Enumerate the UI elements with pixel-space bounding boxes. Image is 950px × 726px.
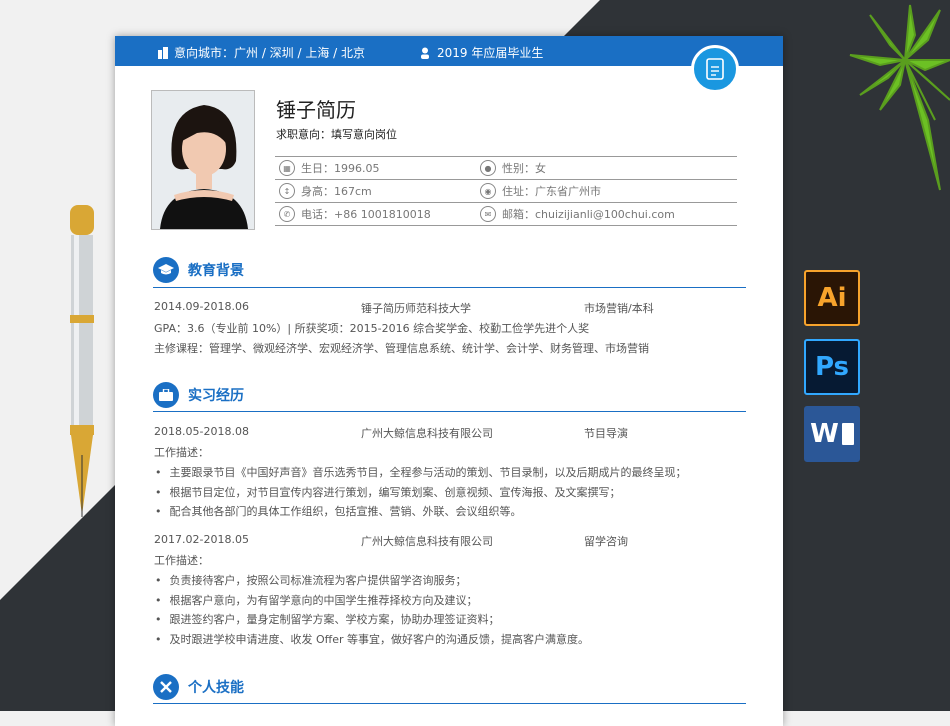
address-cell: ◉ 住址：广东省广州市	[480, 183, 601, 199]
grad-item: 2019 年应届毕业生	[420, 44, 543, 61]
plant-decoration	[849, 4, 950, 191]
phone-cell: ✆ 电话：+86 1001810018	[279, 206, 431, 222]
job1-bullet: 主要跟录节目《中国好声音》音乐选秀节目，全程参与活动的策划、节目录制，以及后期成…	[155, 464, 687, 480]
address-text: 住址：广东省广州市	[502, 185, 601, 198]
job1-bullet: 配合其他各部门的具体工作组织，包括宣推、营销、外联、会议组织等。	[155, 503, 522, 519]
internship-title: 实习经历	[188, 388, 244, 404]
email-text: 邮箱：chuizijianli@100chui.com	[502, 208, 675, 221]
phone-icon: ✆	[279, 206, 295, 222]
person-icon: ●	[480, 160, 496, 176]
height-cell: ↕ 身高：167cm	[279, 183, 372, 199]
phone-text: 电话：+86 1001810018	[301, 208, 431, 221]
grad-text: 2019 年应届毕业生	[437, 46, 544, 60]
job1-bullet: 根据节目定位，对节目宣传内容进行策划，编写策划案、创意视频、宣传海报、及文案撰写…	[155, 484, 621, 500]
birth-text: 生日：1996.05	[301, 162, 380, 175]
birth-cell: ▦ 生日：1996.05	[279, 160, 380, 176]
pen-decoration	[70, 205, 94, 517]
internship-heading: 实习经历	[153, 382, 244, 408]
photoshop-icon: Ps	[804, 339, 860, 395]
briefcase-icon	[153, 382, 179, 408]
job2-desc-label: 工作描述：	[154, 554, 209, 567]
word-icon-letter: W	[810, 419, 839, 449]
job2-bullet: 根据客户意向，为有留学意向的中国学生推荐择校方向及建议；	[155, 592, 478, 608]
job2-bullet: 跟进签约客户，量身定制留学方案、学校方案，协助办理签证资料；	[155, 611, 500, 627]
job1-company: 广州大鲸信息科技有限公司	[361, 427, 493, 440]
resume-badge-icon	[691, 45, 739, 93]
skills-title: 个人技能	[188, 680, 244, 696]
education-title: 教育背景	[188, 263, 244, 279]
height-text: 身高：167cm	[301, 185, 372, 198]
job1-desc-label: 工作描述：	[154, 446, 209, 459]
skills-heading: 个人技能	[153, 674, 244, 700]
cities-item: 意向城市：广州 / 深圳 / 上海 / 北京	[157, 44, 365, 61]
job1-role: 节目导演	[584, 427, 628, 440]
word-icon: W	[804, 406, 860, 462]
job2-bullet: 及时跟进学校申请进度、收发 Offer 等事宜，做好客户的沟通反馈，提高客户满意…	[155, 631, 590, 647]
info-row: ▦ 生日：1996.05 ● 性别：女	[275, 156, 737, 179]
header-bar: 意向城市：广州 / 深圳 / 上海 / 北京 2019 年应届毕业生	[115, 36, 783, 66]
edu-period: 2014.09-2018.06	[154, 300, 249, 313]
edu-school: 锤子简历师范科技大学	[361, 302, 471, 315]
edu-courses: 主修课程：管理学、微观经济学、宏观经济学、管理信息系统、统计学、会计学、财务管理…	[154, 342, 649, 355]
resume-name: 锤子简历	[276, 98, 356, 122]
edu-major: 市场营销/本科	[584, 302, 654, 315]
calendar-icon: ▦	[279, 160, 295, 176]
profile-photo	[151, 90, 255, 230]
tools-icon	[153, 674, 179, 700]
education-divider	[153, 287, 746, 288]
job2-role: 留学咨询	[584, 535, 628, 548]
internship-divider	[153, 411, 746, 412]
location-icon: ◉	[480, 183, 496, 199]
education-heading: 教育背景	[153, 257, 244, 283]
edu-gpa: GPA：3.6（专业前 10%）| 所获奖项：2015-2016 综合奖学金、校…	[154, 322, 590, 335]
job2-bullet: 负责接待客户，按照公司标准流程为客户提供留学咨询服务；	[155, 572, 467, 588]
info-row: ↕ 身高：167cm ◉ 住址：广东省广州市	[275, 179, 737, 202]
info-row: ✆ 电话：+86 1001810018 ✉ 邮箱：chuizijianli@100c…	[275, 202, 737, 226]
resume-page: 意向城市：广州 / 深圳 / 上海 / 北京 2019 年应届毕业生 锤子简历 …	[115, 36, 783, 726]
mail-icon: ✉	[480, 206, 496, 222]
graduation-cap-icon	[153, 257, 179, 283]
job2-company: 广州大鲸信息科技有限公司	[361, 535, 493, 548]
email-cell: ✉ 邮箱：chuizijianli@100chui.com	[480, 206, 675, 222]
cities-text: 意向城市：广州 / 深圳 / 上海 / 北京	[174, 46, 366, 60]
job1-period: 2018.05-2018.08	[154, 425, 249, 438]
illustrator-icon: Ai	[804, 270, 860, 326]
height-icon: ↕	[279, 183, 295, 199]
building-icon	[158, 46, 168, 59]
gender-cell: ● 性别：女	[480, 160, 546, 176]
skills-divider	[153, 703, 746, 704]
gender-text: 性别：女	[502, 162, 546, 175]
job2-period: 2017.02-2018.05	[154, 533, 249, 546]
word-page-shape	[841, 423, 854, 445]
job-intent: 求职意向：填写意向岗位	[276, 128, 397, 141]
personal-info: ▦ 生日：1996.05 ● 性别：女 ↕ 身高：167cm ◉ 住址：广东省广州市 ✆…	[275, 156, 737, 226]
user-icon	[421, 47, 429, 59]
